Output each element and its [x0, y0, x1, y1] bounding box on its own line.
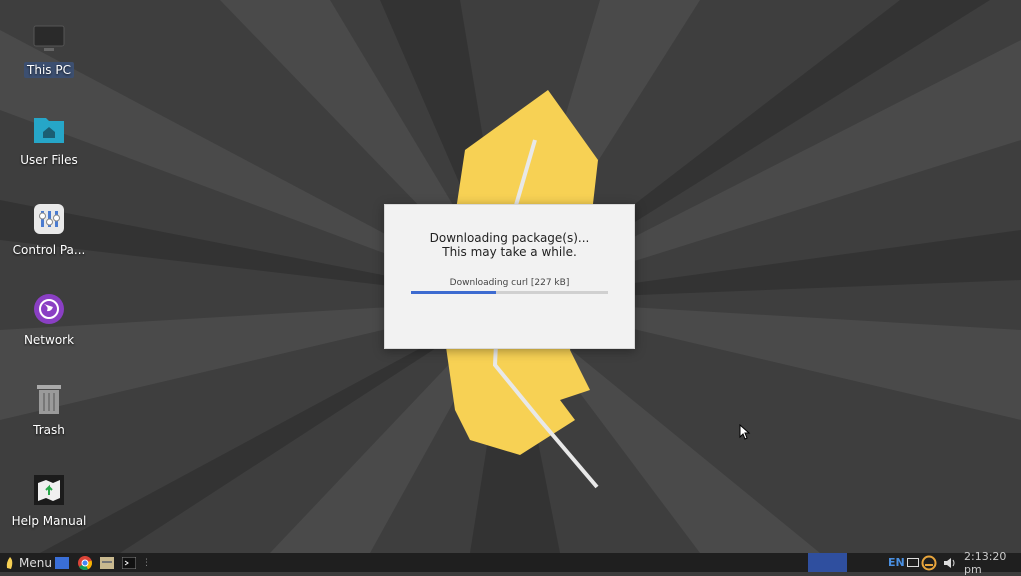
- desktop-icon-help-manual[interactable]: Help Manual: [4, 467, 94, 547]
- volume-tray-button[interactable]: [943, 553, 956, 572]
- terminal-launcher[interactable]: [122, 553, 136, 572]
- dialog-message-line2: This may take a while.: [442, 245, 577, 259]
- file-manager-icon: [100, 556, 114, 569]
- desktop-icon: [55, 556, 69, 569]
- show-desktop-launcher[interactable]: [55, 553, 69, 572]
- network-tray-button[interactable]: [907, 553, 919, 572]
- desktop-icon-control-panel[interactable]: Control Pa...: [4, 196, 94, 276]
- update-status-icon: [921, 555, 937, 570]
- menu-label: Menu: [19, 555, 52, 570]
- taskbar: Menu ⋮ EN 2:13:20 pm: [0, 550, 1021, 576]
- desktop-icon-label: User Files: [20, 153, 78, 167]
- desktop-icon-label: Control Pa...: [12, 243, 86, 257]
- home-folder-icon: [32, 112, 66, 146]
- volume-icon: [944, 557, 955, 568]
- feather-logo-icon: [6, 556, 13, 569]
- file-manager-launcher[interactable]: [100, 553, 114, 572]
- keyboard-layout-indicator[interactable]: EN: [888, 553, 905, 572]
- launcher-separator: ⋮: [142, 557, 151, 568]
- mouse-cursor-icon: [739, 424, 751, 440]
- dialog-message-line1: Downloading package(s)...: [429, 231, 590, 245]
- download-progress-dialog: Downloading package(s)... This may take …: [384, 204, 635, 349]
- desktop-icon-label: Network: [23, 333, 75, 347]
- download-progress-fill: [411, 291, 496, 294]
- desktop-icon-user-files[interactable]: User Files: [4, 106, 94, 186]
- computer-icon: [32, 22, 66, 56]
- dialog-message: Downloading package(s)... This may take …: [385, 231, 634, 259]
- chrome-launcher[interactable]: [78, 553, 92, 572]
- desktop-icon-label: Trash: [33, 423, 65, 437]
- network-icon: [32, 292, 66, 326]
- chrome-icon: [78, 555, 92, 570]
- menu-button[interactable]: Menu: [4, 553, 52, 572]
- control-panel-icon: [32, 202, 66, 236]
- desktop-icon-trash[interactable]: Trash: [4, 376, 94, 456]
- updates-tray-button[interactable]: [921, 553, 937, 572]
- desktop-icon-label: Help Manual: [11, 514, 87, 528]
- desktop-icon-network[interactable]: Network: [4, 286, 94, 366]
- network-monitor-icon: [907, 557, 919, 567]
- trash-icon: [32, 382, 66, 416]
- desktop-icon-label: This PC: [24, 62, 74, 78]
- download-status-text: Downloading curl [227 kB]: [449, 278, 570, 288]
- clock[interactable]: 2:13:20 pm: [964, 550, 1021, 576]
- desktop-icon-this-pc[interactable]: This PC: [4, 16, 94, 96]
- download-progress-bar: [411, 291, 608, 294]
- terminal-icon: [122, 556, 136, 569]
- help-manual-icon: [32, 473, 66, 507]
- active-task-button[interactable]: [808, 553, 847, 572]
